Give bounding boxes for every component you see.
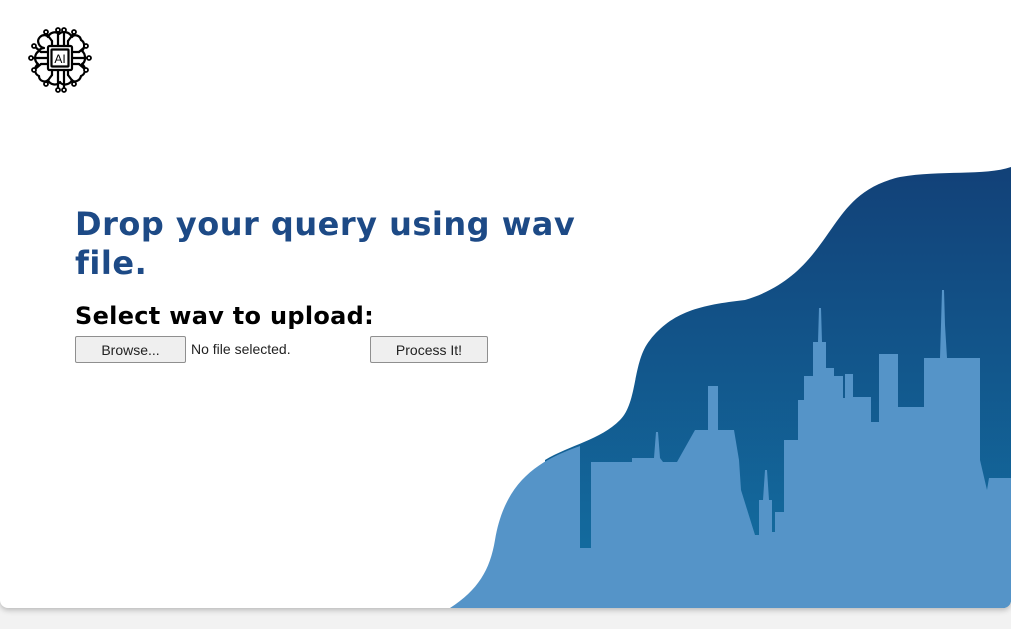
upload-label: Select wav to upload: (75, 302, 375, 330)
process-button[interactable]: Process It! (370, 336, 488, 363)
page-headline: Drop your query using wav file. (75, 205, 576, 282)
ai-chip-icon: AI (28, 27, 92, 93)
ai-chip-logo: AI (26, 26, 94, 94)
ai-chip-logo-text: AI (54, 52, 65, 66)
file-status-text: No file selected. (191, 341, 291, 357)
browse-button[interactable]: Browse... (75, 336, 186, 363)
page-card: AI Drop your query using wav file. Selec… (0, 0, 1011, 608)
